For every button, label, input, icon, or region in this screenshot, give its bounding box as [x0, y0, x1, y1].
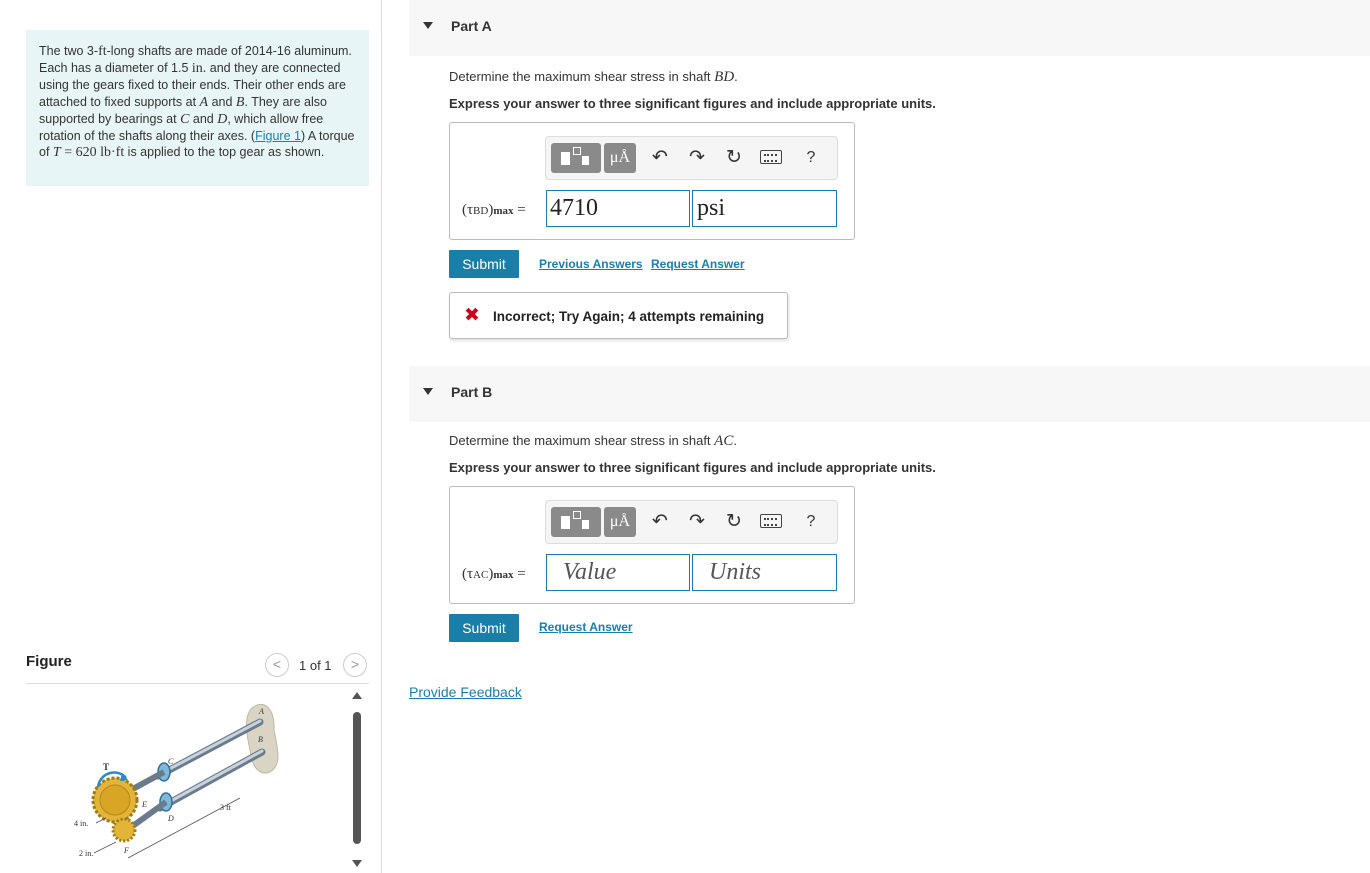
- reset-icon[interactable]: ↻: [722, 510, 746, 534]
- label-F: F: [123, 846, 129, 855]
- incorrect-icon: ✖: [464, 305, 480, 326]
- part-b-variable-label: (τAC)max =: [462, 566, 526, 582]
- templates-icon[interactable]: [551, 143, 601, 173]
- problem-statement: The two 3-ft-long shafts are made of 201…: [26, 30, 369, 186]
- scroll-down-icon[interactable]: [352, 860, 362, 867]
- part-a-instruction: Express your answer to three significant…: [449, 96, 936, 111]
- provide-feedback-link[interactable]: Provide Feedback: [409, 684, 522, 700]
- figure-header: Figure < 1 of 1 >: [26, 650, 369, 684]
- part-b-request-answer-link[interactable]: Request Answer: [539, 620, 633, 634]
- label-B: B: [258, 735, 263, 744]
- figure-image: A B C D E F T 3 ft 4 in. 2 in.: [60, 690, 350, 870]
- part-b-instruction: Express your answer to three significant…: [449, 460, 936, 475]
- figure-link[interactable]: Figure 1: [255, 129, 301, 143]
- undo-icon[interactable]: ↶: [648, 146, 672, 170]
- units-symbols-button[interactable]: μÅ: [604, 507, 636, 537]
- part-b-units-input[interactable]: Units: [692, 554, 837, 591]
- part-b-answer-box: μÅ ↶ ↷ ↻ ? (τAC)max = Value Units: [449, 486, 855, 604]
- unit-in: in.: [191, 61, 207, 77]
- part-a-value-input[interactable]: 4710: [546, 190, 690, 227]
- part-b-prompt: Determine the maximum shear stress in sh…: [449, 433, 737, 449]
- keyboard-icon[interactable]: [760, 514, 782, 528]
- figure-title: Figure: [26, 653, 72, 670]
- templates-icon[interactable]: [551, 507, 601, 537]
- collapse-icon: [423, 22, 433, 29]
- part-a-units-input[interactable]: psi: [692, 190, 837, 227]
- collapse-icon: [423, 388, 433, 395]
- math-toolbar: μÅ ↶ ↷ ↻ ?: [545, 500, 838, 544]
- feedback-text: Incorrect; Try Again; 4 attempts remaini…: [493, 309, 765, 324]
- label-E: E: [141, 800, 147, 809]
- redo-icon[interactable]: ↷: [685, 510, 709, 534]
- part-a-answer-box: μÅ ↶ ↷ ↻ ? (τBD)max = 4710 psi: [449, 122, 855, 240]
- figure-counter: 1 of 1: [299, 658, 332, 673]
- units-symbols-button[interactable]: μÅ: [604, 143, 636, 173]
- label-r2: 2 in.: [79, 849, 93, 858]
- figure-prev-button[interactable]: <: [265, 653, 289, 677]
- figure-scrollbar[interactable]: [350, 692, 364, 870]
- part-a-variable-label: (τBD)max =: [462, 202, 526, 218]
- undo-icon[interactable]: ↶: [648, 510, 672, 534]
- reset-icon[interactable]: ↻: [722, 146, 746, 170]
- part-a-prompt: Determine the maximum shear stress in sh…: [449, 69, 738, 85]
- part-b-value-input[interactable]: Value: [546, 554, 690, 591]
- scroll-up-icon[interactable]: [352, 692, 362, 699]
- figure-next-button[interactable]: >: [343, 653, 367, 677]
- part-a-request-answer-link[interactable]: Request Answer: [651, 257, 745, 271]
- previous-answers-link[interactable]: Previous Answers: [539, 257, 643, 271]
- part-a-feedback: ✖ Incorrect; Try Again; 4 attempts remai…: [449, 292, 788, 339]
- math-toolbar: μÅ ↶ ↷ ↻ ?: [545, 136, 838, 180]
- label-A: A: [258, 707, 264, 716]
- part-a-submit-button[interactable]: Submit: [449, 250, 519, 278]
- part-a-title: Part A: [451, 18, 492, 34]
- shaft-gear-diagram: A B C D E F T 3 ft 4 in. 2 in.: [74, 703, 279, 859]
- pane-divider[interactable]: [381, 0, 382, 873]
- part-b-title: Part B: [451, 384, 493, 400]
- unit-ft: ft: [98, 44, 107, 59]
- scroll-thumb[interactable]: [353, 712, 361, 844]
- help-icon[interactable]: ?: [799, 146, 823, 170]
- label-T: T: [103, 762, 109, 772]
- left-pane: The two 3-ft-long shafts are made of 201…: [0, 0, 381, 873]
- label-D: D: [167, 814, 174, 823]
- part-b-submit-button[interactable]: Submit: [449, 614, 519, 642]
- label-C: C: [168, 757, 174, 766]
- keyboard-icon[interactable]: [760, 150, 782, 164]
- label-r1: 4 in.: [74, 819, 88, 828]
- label-length: 3 ft: [220, 803, 232, 812]
- redo-icon[interactable]: ↷: [685, 146, 709, 170]
- part-b-header[interactable]: Part B: [409, 366, 1370, 422]
- help-icon[interactable]: ?: [799, 510, 823, 534]
- part-a-header[interactable]: Part A: [409, 0, 1370, 56]
